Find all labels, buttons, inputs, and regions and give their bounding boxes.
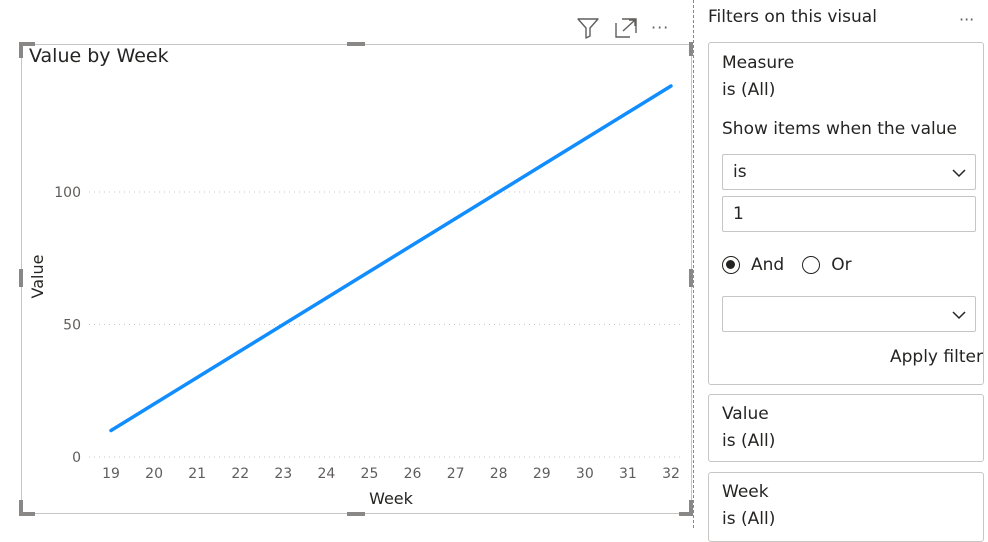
data-point [497, 190, 501, 194]
data-point [238, 349, 242, 353]
radio-or-label: Or [831, 255, 852, 275]
logic-radio-group: And Or [722, 255, 870, 275]
data-point [454, 217, 458, 220]
data-point [626, 111, 630, 114]
filter-card-title: Week [722, 482, 769, 502]
filter-pane: Filters on this visual ··· Measure is (A… [694, 0, 988, 542]
apply-filter-button[interactable]: Apply filter [890, 347, 983, 367]
y-tick-label: 100 [54, 185, 81, 201]
data-point [195, 376, 199, 379]
x-tick-label: 22 [231, 466, 249, 482]
condition-operator-value: is [733, 162, 747, 182]
filter-card-title: Value [722, 404, 769, 424]
condition-value-input[interactable] [722, 196, 976, 232]
x-tick-label: 20 [145, 466, 163, 482]
x-tick-label: 23 [274, 466, 292, 482]
x-tick-label: 25 [361, 466, 379, 482]
filter-card-title: Measure [722, 53, 795, 73]
x-tick-label: 28 [490, 466, 508, 482]
x-tick-label: 29 [533, 466, 551, 482]
more-options-icon[interactable]: ··· [959, 10, 974, 29]
filter-card-week[interactable]: Week is (All) [708, 472, 984, 542]
data-point [411, 243, 415, 247]
series-line [109, 84, 673, 433]
x-tick-label: 27 [447, 466, 465, 482]
x-axis-title: Week [369, 489, 414, 508]
x-tick-label: 21 [188, 466, 206, 482]
radio-or[interactable] [802, 256, 821, 274]
x-tick-label: 30 [576, 466, 594, 482]
y-axis-title: Value [28, 255, 47, 299]
data-point [367, 270, 371, 273]
y-tick-label: 0 [72, 450, 81, 466]
condition-operator-dropdown[interactable]: is [722, 154, 976, 190]
x-tick-label: 24 [317, 466, 335, 482]
visual-header: ··· [575, 14, 669, 42]
x-tick-label: 32 [662, 466, 680, 482]
data-point [669, 84, 673, 88]
x-tick-label: 19 [102, 466, 120, 482]
data-point [540, 164, 544, 167]
data-point [324, 296, 328, 300]
radio-and[interactable] [722, 256, 740, 274]
more-options-icon[interactable]: ··· [651, 20, 669, 36]
chevron-down-icon [951, 165, 967, 184]
chevron-down-icon [951, 307, 967, 326]
show-items-label: Show items when the value [722, 119, 957, 139]
x-tick-label: 26 [404, 466, 422, 482]
radio-and-label: And [751, 255, 785, 275]
data-point [109, 429, 113, 432]
x-tick-label: 31 [619, 466, 637, 482]
focus-mode-icon[interactable] [613, 15, 639, 41]
filter-card-summary: is (All) [722, 431, 776, 451]
data-point [583, 137, 587, 141]
filter-icon[interactable] [575, 15, 601, 41]
filter-card-summary: is (All) [722, 80, 776, 100]
y-tick-label: 50 [63, 318, 81, 334]
data-point [152, 402, 156, 406]
chart-plot: 0 50 100 19 20 21 22 23 24 25 26 27 28 29 30 31 32 Week Va… [28, 84, 681, 508]
filter-pane-title: Filters on this visual [708, 7, 877, 27]
filter-card-measure[interactable]: Measure is (All) Show items when the val… [708, 42, 984, 385]
filter-card-value[interactable]: Value is (All) [708, 394, 984, 462]
filter-card-summary: is (All) [722, 509, 776, 529]
data-point [281, 323, 285, 326]
second-condition-dropdown[interactable] [722, 296, 976, 332]
